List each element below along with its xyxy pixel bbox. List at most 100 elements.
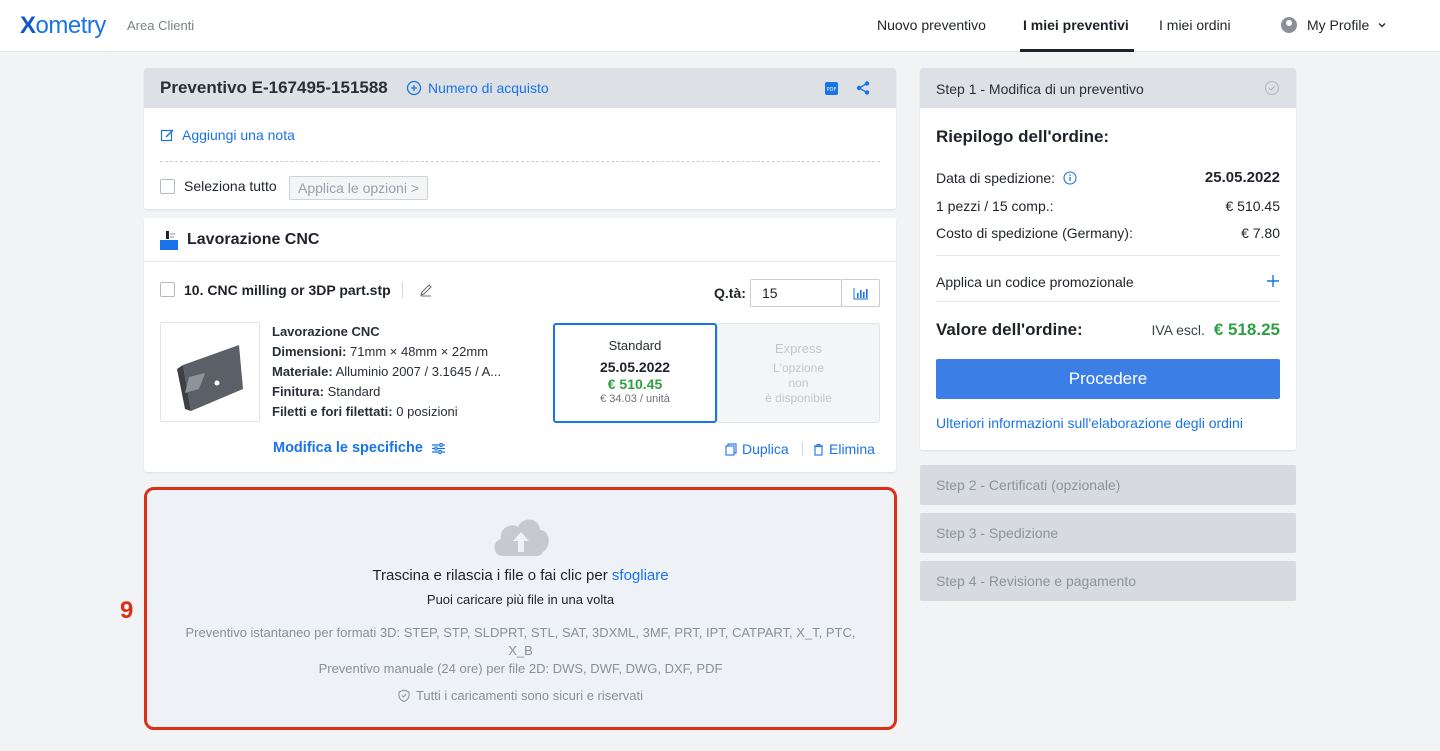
standard-unit-price: € 34.03 / unità [600,393,670,405]
user-avatar-icon[interactable] [1281,17,1297,33]
dimensions-label: Dimensioni: [272,344,347,359]
cloud-upload-icon [494,519,549,556]
material-label: Materiale: [272,364,333,379]
ship-date-label: Data di spedizione: [936,169,1056,186]
purchase-number-label: Numero di acquisto [428,80,549,96]
active-tab-indicator [1020,49,1134,52]
copy-icon [725,442,737,456]
step2-certificates[interactable]: Step 2 - Certificati (opzionale) [920,465,1296,505]
parts-label: 1 pezzi / 15 comp.: [936,198,1054,214]
ship-date-value: 25.05.2022 [1204,169,1280,186]
step4-review-payment[interactable]: Step 4 - Revisione e pagamento [920,561,1296,601]
shield-check-icon [398,689,410,702]
proceed-button[interactable]: Procedere [936,359,1280,399]
standard-date: 25.05.2022 [599,359,671,375]
divider [160,161,880,162]
total-label: Valore dell'ordine: [936,320,1083,339]
standard-price: € 510.45 [607,376,663,392]
svg-text:PDF: PDF [827,87,837,93]
purchase-number-link[interactable]: Numero di acquisto [406,80,549,96]
finish-value: Standard [327,384,381,399]
quote-card: Preventivo E-167495-151588 Numero di acq… [144,68,896,209]
rename-pencil-icon[interactable] [419,283,433,297]
express-unavailable-1: L'opzione [773,361,824,375]
separator [402,282,403,298]
order-summary-card: Step 1 - Modifica di un preventivo Riepi… [920,68,1296,450]
express-unavailable-2: non [788,376,809,390]
order-info-link[interactable]: Ulteriori informazioni sull'elaborazione… [936,415,1243,431]
annotation-number: 9 [120,597,134,624]
promo-code-row[interactable]: Applica un codice promozionale [936,274,1280,290]
parts-value: € 510.45 [1225,198,1281,214]
ship-cost-row: Costo di spedizione (Germany): € 7.80 [936,225,1280,241]
step3-shipping[interactable]: Step 3 - Spedizione [920,513,1296,553]
parts-row: 1 pezzi / 15 comp.: € 510.45 [936,198,1280,214]
file-upload-dropzone[interactable]: Trascina e rilascia i file o fai clic pe… [144,487,897,730]
part-3d-preview [177,345,243,411]
standard-label: Standard [608,338,662,353]
share-icon[interactable] [855,80,871,96]
formats-3d: Preventivo istantaneo per formati 3D: ST… [185,625,856,640]
browse-files-link[interactable]: sfogliare [612,567,669,584]
dimensions-value: 71mm × 48mm × 22mm [350,344,489,359]
nav-new-quote[interactable]: Nuovo preventivo [877,17,986,33]
express-unavailable-3: è disponibile [765,391,832,405]
material-value: Alluminio 2007 / 3.1645 / A... [335,364,502,379]
duplicate-button[interactable]: Duplica [725,441,789,457]
edit-specs-label: Modifica le specifiche [273,440,423,456]
edit-note-icon [160,129,174,141]
delete-label: Elimina [829,441,875,457]
express-label: Express [775,341,822,356]
ship-cost-label: Costo di spedizione (Germany): [936,225,1133,241]
chevron-down-icon [1378,23,1386,28]
my-profile-menu[interactable]: My Profile [1307,17,1387,33]
quote-title: Preventivo E-167495-151588 [160,78,388,97]
part-thumbnail[interactable] [160,322,260,422]
plus-circle-icon [406,80,422,96]
xometry-logo[interactable]: Xometry [20,12,106,40]
summary-heading: Riepilogo dell'ordine: [936,127,1110,146]
add-note-link[interactable]: Aggiungi una nota [160,127,295,143]
dropzone-main-text: Trascina e rilascia i file o fai clic pe… [147,567,894,584]
cnc-section-card: Lavorazione CNC 10. CNC milling or 3DP p… [144,218,896,472]
part-name: 10. CNC milling or 3DP part.stp [184,282,391,298]
process-name: Lavorazione CNC [272,324,380,339]
cnc-machine-icon [160,231,178,250]
total-row: Valore dell'ordine: IVA escl. € 518.25 [936,320,1280,340]
formats-3d-cont: X_B [508,643,533,658]
multi-file-hint: Puoi caricare più file in una volta [426,592,615,607]
top-bar: Xometry Area Clienti Nuovo preventivo I … [0,0,1440,52]
step1-header[interactable]: Step 1 - Modifica di un preventivo [920,68,1296,108]
area-clienti-label: Area Clienti [127,18,195,33]
step1-title: Step 1 - Modifica di un preventivo [936,81,1144,97]
delete-button[interactable]: Elimina [813,441,875,457]
part-checkbox[interactable] [160,282,175,297]
total-tax-note: IVA escl. [1151,322,1205,338]
price-chart-button[interactable] [841,279,880,307]
divider [144,261,896,262]
nav-my-orders[interactable]: I miei ordini [1159,17,1231,33]
supported-formats: Preventivo istantaneo per formati 3D: ST… [167,624,874,678]
nav-my-quotes[interactable]: I miei preventivi [1023,17,1129,33]
quantity-input[interactable] [750,279,842,307]
part-specs: Lavorazione CNC Dimensioni: 71mm × 48mm … [272,322,501,422]
security-note-text: Tutti i caricamenti sono sicuri e riserv… [415,688,644,703]
ship-cost-value: € 7.80 [1241,225,1280,241]
total-value: € 518.25 [1213,320,1280,339]
dropzone-instruction: Trascina e rilascia i file o fai clic pe… [372,567,608,584]
select-all-label: Seleziona tutto [184,178,277,194]
standard-option-card[interactable]: Standard 25.05.2022 € 510.45 € 34.03 / u… [553,323,717,423]
select-all-checkbox[interactable] [160,179,175,194]
separator [802,442,803,456]
formats-2d: Preventivo manuale (24 ore) per file 2D:… [318,661,723,676]
sliders-icon [431,442,445,454]
pdf-icon[interactable]: PDF [824,81,839,96]
divider [936,301,1280,302]
info-icon[interactable] [1063,170,1077,185]
quote-card-header: Preventivo E-167495-151588 Numero di acq… [144,68,896,108]
security-note: Tutti i caricamenti sono sicuri e riserv… [147,688,894,703]
edit-specs-link[interactable]: Modifica le specifiche [273,440,446,456]
my-profile-label: My Profile [1307,17,1370,33]
finish-label: Finitura: [272,384,324,399]
apply-options-button[interactable]: Applica le opzioni > [289,176,429,200]
